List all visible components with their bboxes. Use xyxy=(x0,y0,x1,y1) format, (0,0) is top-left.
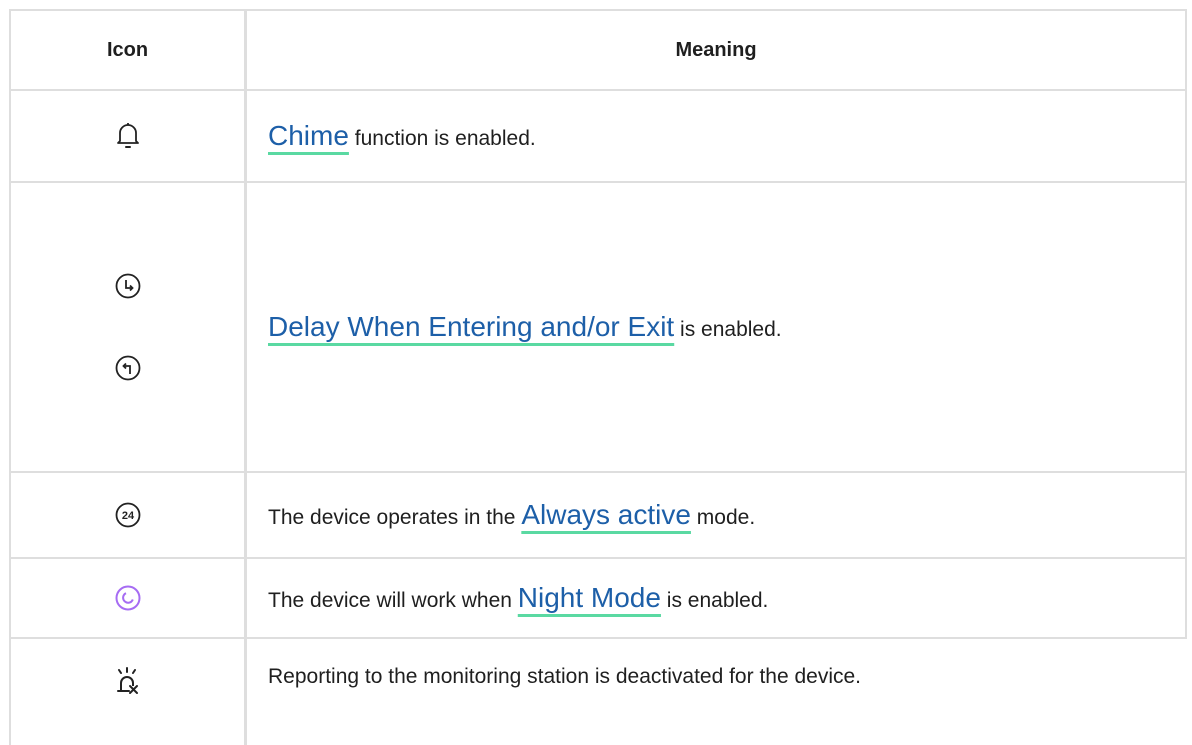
table-row: 24 The device operates in the Always act… xyxy=(11,473,1187,559)
clock-exit-icon xyxy=(114,354,142,382)
night-mode-link[interactable]: Night Mode xyxy=(518,582,661,613)
always-active-24-icon: 24 xyxy=(114,501,142,529)
meaning-cell: The device operates in the Always active… xyxy=(247,473,1187,557)
table-row: Delay When Entering and/or Exit is enabl… xyxy=(11,183,1187,473)
table-row: Chime function is enabled. xyxy=(11,91,1187,183)
icon-cell: 24 xyxy=(11,473,247,557)
table-header-row: Icon Meaning xyxy=(11,11,1187,91)
always-active-link[interactable]: Always active xyxy=(521,499,691,530)
icon-cell xyxy=(11,183,247,471)
delay-link[interactable]: Delay When Entering and/or Exit xyxy=(268,311,674,342)
meaning-cell: The device will work when Night Mode is … xyxy=(247,559,1187,637)
table-row: Reporting to the monitoring station is d… xyxy=(11,639,1187,745)
icon-cell xyxy=(11,91,247,181)
meaning-post: is enabled. xyxy=(674,318,782,341)
clock-enter-icon xyxy=(114,272,142,300)
meaning-cell: Delay When Entering and/or Exit is enabl… xyxy=(247,183,1187,471)
meaning-pre: The device will work when xyxy=(268,589,518,612)
icon-meaning-table: Icon Meaning Chime function is enabled. xyxy=(9,9,1187,745)
table-row: The device will work when Night Mode is … xyxy=(11,559,1187,639)
meaning-pre: The device operates in the xyxy=(268,506,522,529)
chime-link[interactable]: Chime xyxy=(268,120,349,151)
meaning-text: Reporting to the monitoring station is d… xyxy=(268,665,862,688)
meaning-post: is enabled. xyxy=(660,589,769,612)
siren-off-icon xyxy=(114,667,142,697)
meaning-post: function is enabled. xyxy=(348,127,536,150)
night-mode-icon xyxy=(114,584,142,612)
meaning-cell: Reporting to the monitoring station is d… xyxy=(247,639,1187,745)
svg-text:24: 24 xyxy=(121,510,134,522)
meaning-cell: Chime function is enabled. xyxy=(247,91,1187,181)
icon-cell xyxy=(11,639,247,745)
bell-icon xyxy=(116,121,140,151)
header-meaning: Meaning xyxy=(247,11,1187,89)
header-icon: Icon xyxy=(11,11,247,89)
meaning-post: mode. xyxy=(690,506,756,529)
icon-cell xyxy=(11,559,247,637)
